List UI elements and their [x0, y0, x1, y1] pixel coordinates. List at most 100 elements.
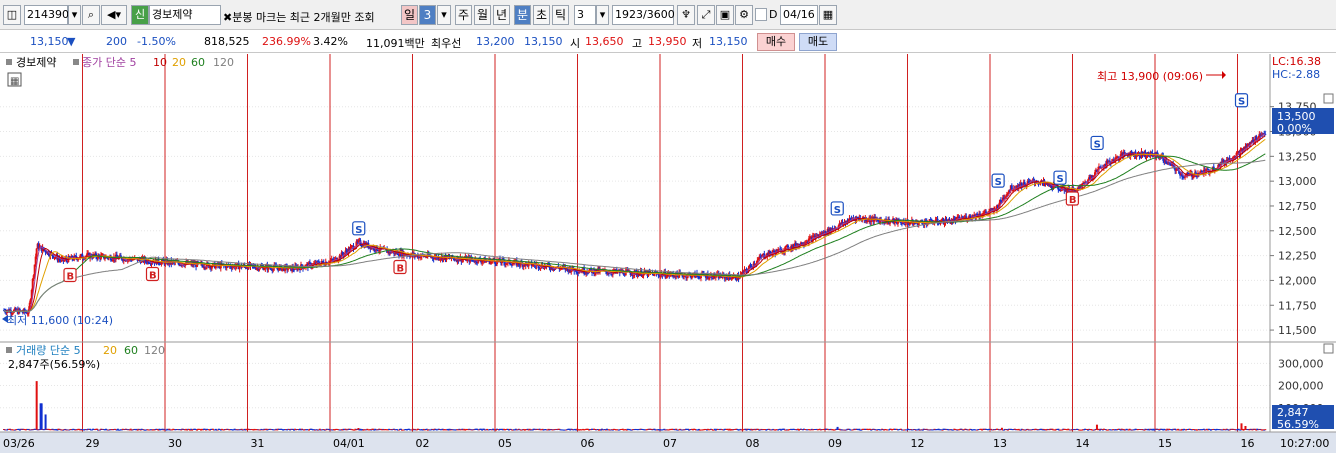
trade-mark-label: S [1238, 97, 1245, 108]
window-menu-icon[interactable]: ◫ [3, 5, 21, 25]
date-label: 16 [1241, 437, 1255, 450]
count-value: 1923 [615, 8, 643, 21]
date-label: 05 [498, 437, 512, 450]
period-week[interactable]: 주 [455, 5, 472, 25]
change-pct: -1.50% [137, 35, 176, 48]
trade-mark-label: B [1069, 195, 1077, 206]
save-icon[interactable]: ▣ [716, 5, 734, 25]
change-arrow: ▼ [67, 35, 76, 48]
high-price: 13,950 [648, 35, 687, 48]
date-label: 15 [1158, 437, 1172, 450]
volume-ratio: 236.99% [262, 35, 311, 48]
current-pct-tag-value: 0.00% [1277, 122, 1312, 135]
legend-ma-120: 120 [213, 56, 234, 69]
period-second[interactable]: 초 [533, 5, 550, 25]
trade-mark-label: S [995, 177, 1002, 188]
legend-ma-10: 10 [153, 56, 167, 69]
date-label: 02 [416, 437, 430, 450]
time-label: 10:27:00 [1280, 437, 1329, 450]
period-tick[interactable]: 틱 [552, 5, 569, 25]
stock-code-input[interactable]: 214390 [24, 5, 69, 25]
calendar-icon[interactable]: ▦ [819, 5, 837, 25]
candle-body [948, 218, 951, 221]
price-tick-label: 11,500 [1278, 324, 1317, 337]
date-label: 08 [746, 437, 760, 450]
hc-label: HC:-2.88 [1272, 68, 1320, 81]
date-label: 14 [1076, 437, 1090, 450]
volume-last-value: 2,847주(56.59%) [8, 358, 100, 371]
candle-body [985, 211, 988, 213]
toolbar: ◫ 214390 ▾ ⌕ ◀▾ 신 경보제약 ✖분봉 마크는 최근 2개월만 조… [0, 0, 1336, 30]
period-minute[interactable]: 분 [514, 5, 531, 25]
quote-bar: 13,150 ▼ 200 -1.50% 818,525 236.99% 3.42… [0, 31, 1336, 53]
volume: 818,525 [204, 35, 250, 48]
close-x-icon[interactable]: ✖ [223, 11, 232, 24]
trade-mark-label: S [355, 225, 362, 236]
volume-legend-box-icon[interactable] [6, 347, 12, 353]
price-tick-label: 12,500 [1278, 225, 1317, 238]
interval-input[interactable]: 3 [574, 5, 596, 25]
volume-legend: 거래량 단순 5 [16, 344, 81, 357]
legend-stock-name: 경보제약 [16, 55, 56, 69]
trade-mark-label: S [834, 205, 841, 216]
low-price: 13,150 [709, 35, 748, 48]
period-day-count[interactable]: 3 [419, 5, 436, 25]
date-checkbox-label: D [769, 8, 778, 21]
price-tick-label: 13,000 [1278, 175, 1317, 188]
candle-type-icon[interactable]: ♆ [677, 5, 695, 25]
date-label: 12 [911, 437, 925, 450]
volume-panel-minimize-icon[interactable] [1323, 343, 1334, 354]
date-label: 31 [251, 437, 265, 450]
price-tick-label: 12,250 [1278, 250, 1317, 263]
turnover: 3.42% [313, 35, 348, 48]
sell-button[interactable]: 매도 [799, 33, 837, 51]
date-label: 29 [86, 437, 100, 450]
code-dropdown-icon[interactable]: ▾ [68, 5, 81, 25]
buy-button[interactable]: 매수 [757, 33, 795, 51]
price-panel-minimize-icon[interactable] [1323, 93, 1334, 104]
drawing-tool-icon[interactable]: ⤢ [697, 5, 715, 25]
candle-body [287, 268, 290, 270]
period-year[interactable]: 년 [493, 5, 510, 25]
trade-mark-label: S [1057, 174, 1064, 185]
lc-label: LC:16.38 [1272, 55, 1321, 68]
date-label: 03/26 [3, 437, 35, 450]
search-icon[interactable]: ⌕ [82, 5, 100, 25]
day-count-dropdown-icon[interactable]: ▾ [437, 5, 451, 25]
legend-box-icon[interactable] [6, 59, 12, 65]
bunbong-notice: ✖분봉 마크는 최근 2개월만 조회 [223, 9, 375, 25]
date-label: 06 [581, 437, 595, 450]
legend-ma-box-icon[interactable] [73, 59, 79, 65]
date-input[interactable]: 04/16 [780, 5, 818, 25]
low-label: 저 [692, 37, 703, 50]
candle-body [35, 248, 38, 257]
open-price: 13,650 [585, 35, 624, 48]
current-price: 13,150 [30, 35, 69, 48]
date-label: 07 [663, 437, 677, 450]
best-bid: 13,150 [524, 35, 563, 48]
trade-mark-label: B [67, 271, 75, 282]
high-label: 고 [632, 37, 643, 50]
price-tick-label: 11,750 [1278, 299, 1317, 312]
speaker-icon[interactable]: ◀▾ [101, 5, 127, 25]
best-ask: 13,200 [476, 35, 515, 48]
trade-mark-label: B [149, 270, 157, 281]
period-month[interactable]: 월 [474, 5, 491, 25]
legend-ma: 종가 단순 5 [82, 56, 136, 69]
price-tick-label: 12,000 [1278, 274, 1317, 287]
legend-ma-60: 60 [191, 56, 205, 69]
volume-ma-20: 20 [103, 344, 117, 357]
price-tick-label: 12,750 [1278, 200, 1317, 213]
volume-bar [44, 414, 47, 430]
date-label: 30 [168, 437, 182, 450]
interval-dropdown-icon[interactable]: ▾ [596, 5, 609, 25]
date-label: 09 [828, 437, 842, 450]
period-day[interactable]: 일 [401, 5, 418, 25]
gear-icon[interactable]: ⚙ [735, 5, 753, 25]
minute-chart[interactable]: BBSBSSSBSS 13,75013,50013,25013,00012,75… [0, 54, 1336, 453]
date-checkbox[interactable] [755, 8, 767, 21]
count-field[interactable]: 1923/3600 [612, 5, 675, 25]
notice-text: 분봉 마크는 최근 2개월만 조회 [232, 11, 375, 24]
trade-amount: 11,091백만 [366, 37, 425, 50]
stock-name-field: 경보제약 [149, 5, 221, 25]
